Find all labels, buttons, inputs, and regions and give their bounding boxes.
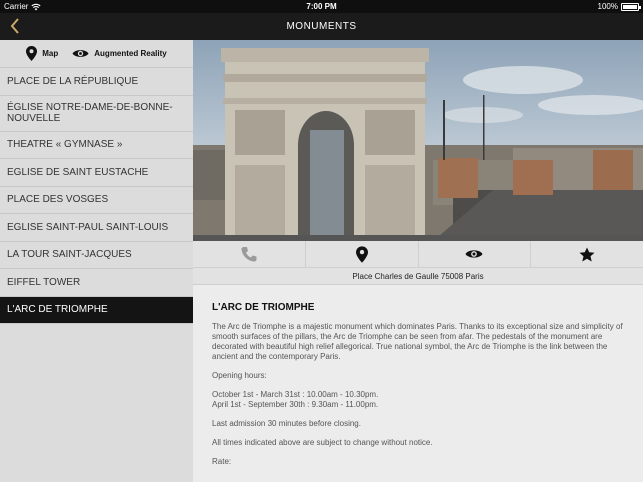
status-bar: Carrier 7:00 PM 100% — [0, 0, 643, 13]
notice-text: All times indicated above are subject to… — [212, 438, 433, 447]
list-item[interactable]: THEATRE « GYMNASE » — [0, 132, 193, 159]
last-admission-text: Last admission 30 minutes before closing… — [212, 419, 361, 428]
list-item-label: THEATRE « GYMNASE » — [7, 139, 123, 151]
mode-switcher: Map Augmented Reality — [0, 40, 193, 68]
ar-mode-button[interactable]: Augmented Reality — [72, 48, 167, 59]
rate-label: Rate: — [212, 457, 232, 466]
call-button[interactable] — [193, 241, 306, 267]
list-item[interactable]: LA TOUR SAINT-JACQUES — [0, 242, 193, 269]
list-item-selected[interactable]: L'ARC DE TRIOMPHE — [0, 296, 193, 324]
location-button[interactable] — [306, 241, 419, 267]
list-item[interactable]: EGLISE DE SAINT EUSTACHE — [0, 159, 193, 187]
map-pin-icon — [355, 245, 368, 263]
ar-mode-label: Augmented Reality — [94, 49, 167, 58]
list-item-label: ÉGLISE NOTRE-DAME-DE-BONNE-NOUVELLE — [7, 102, 173, 124]
battery-icon — [621, 2, 641, 11]
list-item-label: LA TOUR SAINT-JACQUES — [7, 249, 132, 261]
opening-hours-block: October 1st - March 31st : 10.00am - 10.… — [212, 390, 624, 410]
map-pin-icon — [26, 46, 38, 61]
arc-de-triomphe-image — [193, 40, 643, 241]
list-item-label: PLACE DES VOSGES — [7, 194, 109, 206]
list-item[interactable]: PLACE DES VOSGES — [0, 187, 193, 214]
address-text: Place Charles de Gaulle 75008 Paris — [352, 271, 484, 281]
opening-hours-line: April 1st - September 30th : 9.30am - 11… — [212, 400, 379, 409]
battery-area: 100% — [597, 2, 641, 11]
view-button[interactable] — [419, 241, 532, 267]
monument-description: The Arc de Triomphe is a majestic monume… — [212, 322, 623, 361]
list-item-label: L'ARC DE TRIOMPHE — [7, 304, 108, 316]
action-bar — [193, 241, 643, 268]
list-item[interactable]: EGLISE SAINT-PAUL SAINT-LOUIS — [0, 214, 193, 242]
list-item[interactable]: PLACE DE LA RÉPUBLIQUE — [0, 68, 193, 96]
list-item-label: EGLISE DE SAINT EUSTACHE — [7, 166, 149, 178]
monument-title: L'ARC DE TRIOMPHE — [212, 302, 315, 313]
opening-hours-title: Opening hours: — [212, 371, 267, 380]
address-bar: Place Charles de Gaulle 75008 Paris — [193, 268, 643, 285]
monument-list: PLACE DE LA RÉPUBLIQUE ÉGLISE NOTRE-DAME… — [0, 68, 193, 324]
status-time: 7:00 PM — [306, 2, 337, 11]
favorite-button[interactable] — [531, 241, 643, 267]
list-item-label: EGLISE SAINT-PAUL SAINT-LOUIS — [7, 221, 169, 233]
star-icon — [579, 247, 595, 261]
opening-hours-line: October 1st - March 31st : 10.00am - 10.… — [212, 390, 379, 399]
map-mode-button[interactable]: Map — [26, 46, 58, 61]
detail-panel: Place Charles de Gaulle 75008 Paris L'AR… — [193, 40, 643, 482]
monument-photo — [193, 40, 643, 241]
nav-bar: MONUMENTS — [0, 13, 643, 40]
battery-percent: 100% — [597, 2, 618, 11]
phone-icon — [241, 247, 257, 262]
list-item[interactable]: ÉGLISE NOTRE-DAME-DE-BONNE-NOUVELLE — [0, 96, 193, 132]
page-title: MONUMENTS — [286, 21, 357, 32]
eye-icon — [72, 50, 89, 57]
eye-icon — [465, 250, 483, 258]
list-item-label: PLACE DE LA RÉPUBLIQUE — [7, 75, 139, 87]
map-mode-label: Map — [42, 49, 59, 58]
list-item-label: EIFFEL TOWER — [7, 276, 81, 288]
detail-content: L'ARC DE TRIOMPHE The Arc de Triomphe is… — [193, 285, 643, 467]
list-item[interactable]: EIFFEL TOWER — [0, 269, 193, 297]
sidebar: Map Augmented Reality PLACE DE LA RÉPUBL… — [0, 40, 193, 482]
